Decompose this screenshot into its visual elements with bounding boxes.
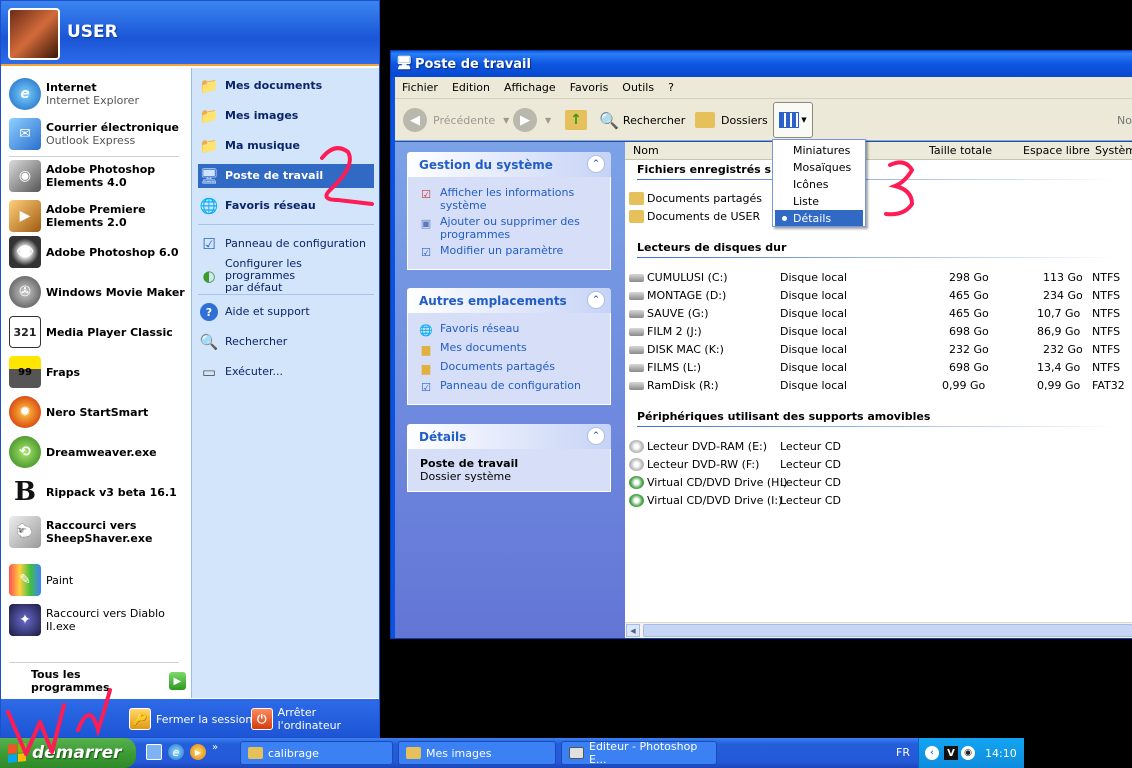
annotation-stroke xyxy=(884,160,915,217)
annotation-layer xyxy=(6,146,915,756)
annotation-stroke xyxy=(76,688,112,737)
annotation-stroke xyxy=(320,146,374,206)
annotation-stroke xyxy=(6,703,66,756)
